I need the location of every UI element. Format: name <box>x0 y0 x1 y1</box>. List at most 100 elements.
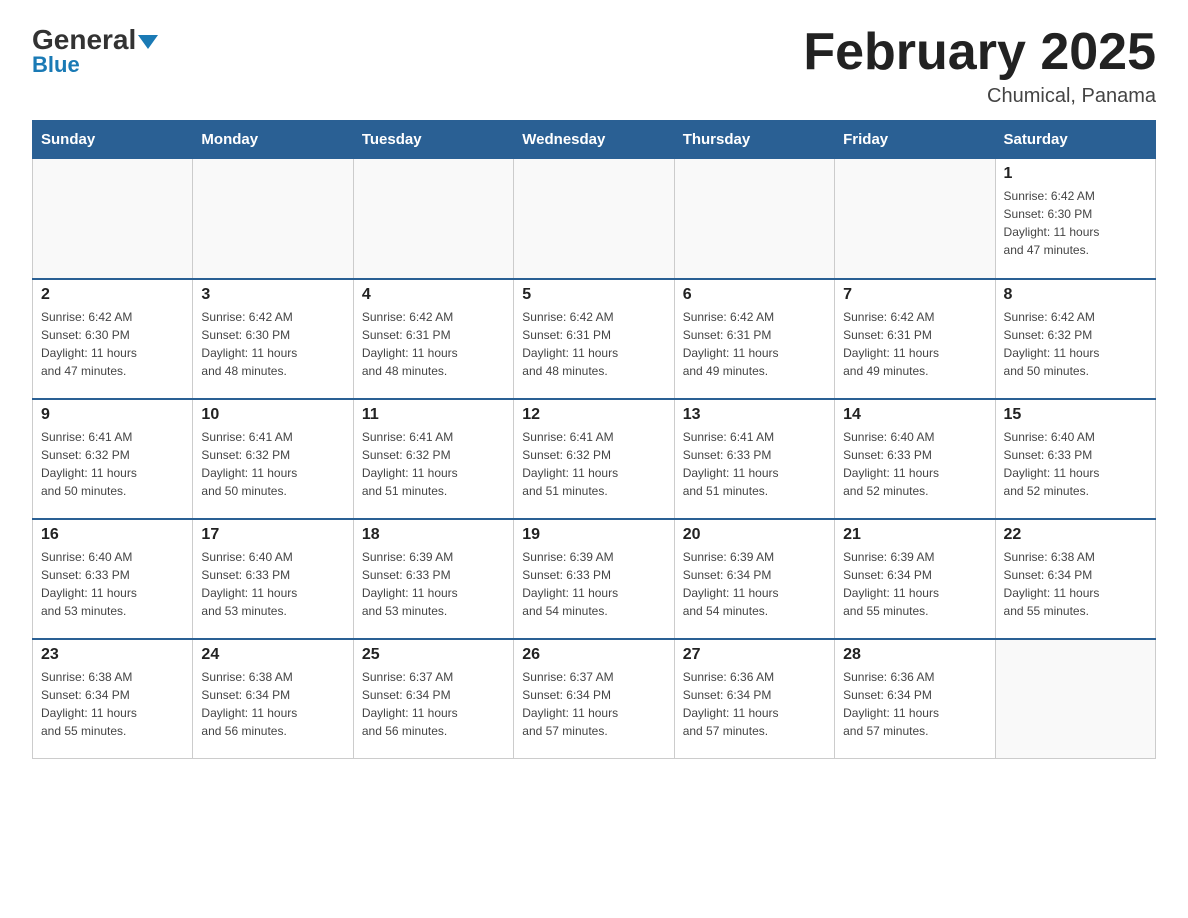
day-number: 13 <box>683 406 826 424</box>
day-info: Sunrise: 6:42 AM Sunset: 6:30 PM Dayligh… <box>1004 187 1147 259</box>
col-saturday: Saturday <box>995 121 1155 159</box>
day-number: 22 <box>1004 526 1147 544</box>
table-row: 17 Sunrise: 6:40 AM Sunset: 6:33 PM Dayli… <box>193 519 353 639</box>
day-number: 28 <box>843 646 986 664</box>
table-row <box>33 159 193 279</box>
day-number: 3 <box>201 286 344 304</box>
day-number: 6 <box>683 286 826 304</box>
table-row <box>353 159 513 279</box>
title-area: February 2025 Chumical, Panama <box>803 24 1156 108</box>
day-number: 1 <box>1004 165 1147 183</box>
day-info: Sunrise: 6:42 AM Sunset: 6:31 PM Dayligh… <box>683 308 826 380</box>
table-row: 9Sunrise: 6:41 AM Sunset: 6:32 PM Daylig… <box>33 399 193 519</box>
calendar-header-row: Sunday Monday Tuesday Wednesday Thursday… <box>33 121 1156 159</box>
day-info: Sunrise: 6:39 AM Sunset: 6:34 PM Dayligh… <box>843 548 986 620</box>
day-number: 18 <box>362 526 505 544</box>
col-wednesday: Wednesday <box>514 121 674 159</box>
table-row: 15 Sunrise: 6:40 AM Sunset: 6:33 PM Dayli… <box>995 399 1155 519</box>
table-row: 6 Sunrise: 6:42 AM Sunset: 6:31 PM Daylig… <box>674 279 834 399</box>
table-row: 28 Sunrise: 6:36 AM Sunset: 6:34 PM Dayli… <box>835 639 995 759</box>
table-row: 8 Sunrise: 6:42 AM Sunset: 6:32 PM Daylig… <box>995 279 1155 399</box>
page-header: General Blue February 2025 Chumical, Pan… <box>32 24 1156 108</box>
day-info: Sunrise: 6:41 AM Sunset: 6:32 PM Dayligh… <box>41 428 184 500</box>
logo-blue-text: Blue <box>32 52 80 78</box>
day-number: 26 <box>522 646 665 664</box>
calendar-week-row: 16 Sunrise: 6:40 AM Sunset: 6:33 PM Dayli… <box>33 519 1156 639</box>
calendar-week-row: 23 Sunrise: 6:38 AM Sunset: 6:34 PM Dayli… <box>33 639 1156 759</box>
day-number: 19 <box>522 526 665 544</box>
day-number: 27 <box>683 646 826 664</box>
logo: General Blue <box>32 24 158 78</box>
day-info: Sunrise: 6:36 AM Sunset: 6:34 PM Dayligh… <box>683 668 826 740</box>
table-row: 11 Sunrise: 6:41 AM Sunset: 6:32 PM Dayli… <box>353 399 513 519</box>
day-info: Sunrise: 6:42 AM Sunset: 6:31 PM Dayligh… <box>522 308 665 380</box>
col-thursday: Thursday <box>674 121 834 159</box>
table-row: 5 Sunrise: 6:42 AM Sunset: 6:31 PM Daylig… <box>514 279 674 399</box>
day-info: Sunrise: 6:39 AM Sunset: 6:33 PM Dayligh… <box>522 548 665 620</box>
day-number: 16 <box>41 526 184 544</box>
day-number: 5 <box>522 286 665 304</box>
day-info: Sunrise: 6:39 AM Sunset: 6:34 PM Dayligh… <box>683 548 826 620</box>
day-number: 8 <box>1004 286 1147 304</box>
day-info: Sunrise: 6:37 AM Sunset: 6:34 PM Dayligh… <box>522 668 665 740</box>
location: Chumical, Panama <box>803 85 1156 108</box>
table-row: 27 Sunrise: 6:36 AM Sunset: 6:34 PM Dayli… <box>674 639 834 759</box>
day-info: Sunrise: 6:42 AM Sunset: 6:32 PM Dayligh… <box>1004 308 1147 380</box>
table-row: 1 Sunrise: 6:42 AM Sunset: 6:30 PM Daylig… <box>995 159 1155 279</box>
day-number: 24 <box>201 646 344 664</box>
table-row: 24 Sunrise: 6:38 AM Sunset: 6:34 PM Dayli… <box>193 639 353 759</box>
month-title: February 2025 <box>803 24 1156 81</box>
day-info: Sunrise: 6:39 AM Sunset: 6:33 PM Dayligh… <box>362 548 505 620</box>
table-row: 10Sunrise: 6:41 AM Sunset: 6:32 PM Dayli… <box>193 399 353 519</box>
table-row <box>835 159 995 279</box>
day-info: Sunrise: 6:40 AM Sunset: 6:33 PM Dayligh… <box>41 548 184 620</box>
calendar-week-row: 1 Sunrise: 6:42 AM Sunset: 6:30 PM Daylig… <box>33 159 1156 279</box>
day-info: Sunrise: 6:42 AM Sunset: 6:31 PM Dayligh… <box>843 308 986 380</box>
day-number: 7 <box>843 286 986 304</box>
col-sunday: Sunday <box>33 121 193 159</box>
day-info: Sunrise: 6:37 AM Sunset: 6:34 PM Dayligh… <box>362 668 505 740</box>
day-info: Sunrise: 6:41 AM Sunset: 6:33 PM Dayligh… <box>683 428 826 500</box>
day-number: 2 <box>41 286 184 304</box>
day-info: Sunrise: 6:42 AM Sunset: 6:30 PM Dayligh… <box>201 308 344 380</box>
day-number: 17 <box>201 526 344 544</box>
day-number: 12 <box>522 406 665 424</box>
day-info: Sunrise: 6:38 AM Sunset: 6:34 PM Dayligh… <box>1004 548 1147 620</box>
col-tuesday: Tuesday <box>353 121 513 159</box>
day-number: 15 <box>1004 406 1147 424</box>
table-row: 12 Sunrise: 6:41 AM Sunset: 6:32 PM Dayli… <box>514 399 674 519</box>
day-info: Sunrise: 6:40 AM Sunset: 6:33 PM Dayligh… <box>1004 428 1147 500</box>
calendar-week-row: 2 Sunrise: 6:42 AM Sunset: 6:30 PM Daylig… <box>33 279 1156 399</box>
table-row: 25 Sunrise: 6:37 AM Sunset: 6:34 PM Dayli… <box>353 639 513 759</box>
table-row <box>995 639 1155 759</box>
table-row: 20 Sunrise: 6:39 AM Sunset: 6:34 PM Dayli… <box>674 519 834 639</box>
table-row: 18 Sunrise: 6:39 AM Sunset: 6:33 PM Dayli… <box>353 519 513 639</box>
day-number: 23 <box>41 646 184 664</box>
table-row <box>193 159 353 279</box>
table-row: 26 Sunrise: 6:37 AM Sunset: 6:34 PM Dayli… <box>514 639 674 759</box>
table-row: 4Sunrise: 6:42 AM Sunset: 6:31 PM Daylig… <box>353 279 513 399</box>
logo-triangle-icon <box>138 35 158 49</box>
day-info: Sunrise: 6:38 AM Sunset: 6:34 PM Dayligh… <box>41 668 184 740</box>
col-monday: Monday <box>193 121 353 159</box>
table-row: 2Sunrise: 6:42 AM Sunset: 6:30 PM Daylig… <box>33 279 193 399</box>
day-number: 25 <box>362 646 505 664</box>
day-number: 4 <box>362 286 505 304</box>
day-number: 20 <box>683 526 826 544</box>
table-row <box>514 159 674 279</box>
table-row: 19 Sunrise: 6:39 AM Sunset: 6:33 PM Dayli… <box>514 519 674 639</box>
day-info: Sunrise: 6:41 AM Sunset: 6:32 PM Dayligh… <box>522 428 665 500</box>
table-row <box>674 159 834 279</box>
day-info: Sunrise: 6:41 AM Sunset: 6:32 PM Dayligh… <box>201 428 344 500</box>
day-number: 11 <box>362 406 505 424</box>
day-number: 14 <box>843 406 986 424</box>
day-info: Sunrise: 6:36 AM Sunset: 6:34 PM Dayligh… <box>843 668 986 740</box>
table-row: 3 Sunrise: 6:42 AM Sunset: 6:30 PM Daylig… <box>193 279 353 399</box>
day-info: Sunrise: 6:41 AM Sunset: 6:32 PM Dayligh… <box>362 428 505 500</box>
day-info: Sunrise: 6:40 AM Sunset: 6:33 PM Dayligh… <box>201 548 344 620</box>
calendar-week-row: 9Sunrise: 6:41 AM Sunset: 6:32 PM Daylig… <box>33 399 1156 519</box>
day-info: Sunrise: 6:40 AM Sunset: 6:33 PM Dayligh… <box>843 428 986 500</box>
calendar-table: Sunday Monday Tuesday Wednesday Thursday… <box>32 120 1156 759</box>
day-info: Sunrise: 6:38 AM Sunset: 6:34 PM Dayligh… <box>201 668 344 740</box>
table-row: 7 Sunrise: 6:42 AM Sunset: 6:31 PM Daylig… <box>835 279 995 399</box>
